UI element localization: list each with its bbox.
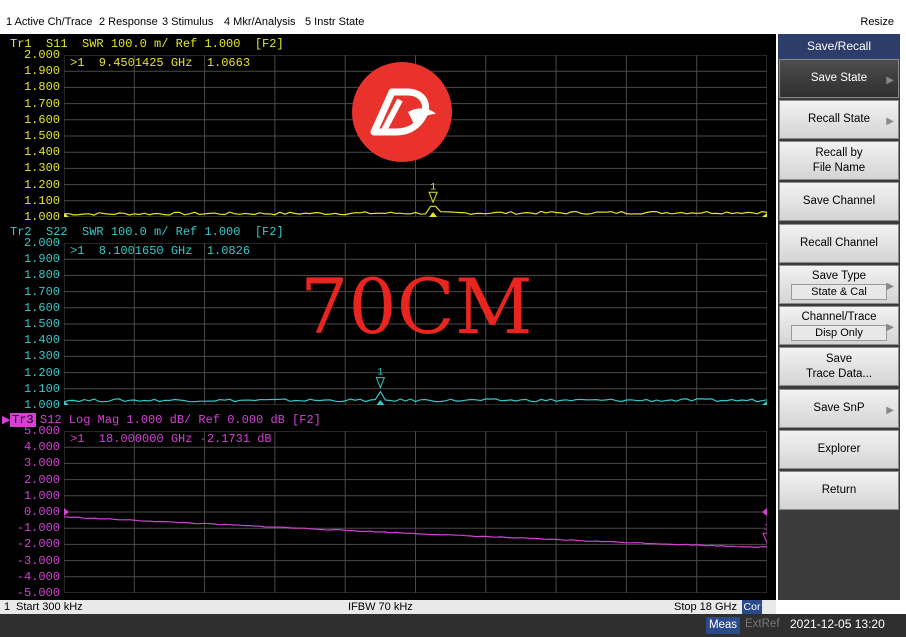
marker-bottom-indicator [429,212,438,217]
y-tick-label: 1.900 [23,64,60,79]
if-bandwidth[interactable]: IFBW 70 kHz [348,601,413,613]
softkey-save-snp[interactable]: Save SnP ▶ [779,389,899,428]
y-tick-label: 1.000 [23,488,60,503]
y-tick-label: 0.000 [23,505,60,519]
softkey-menu-title: Save/Recall [778,34,900,59]
softkey-save-type[interactable]: Save Type State & Cal ▶ [779,265,899,304]
softkey-label: Channel/Trace [801,311,877,323]
softkey-save-trace-data[interactable]: Save Trace Data... [779,347,899,386]
y-tick-label: 2.000 [23,472,60,487]
softkey-save-state[interactable]: Save State ▶ [779,59,899,98]
y-tick-label: 4.000 [23,440,60,455]
y-tick-label: 2.000 [23,48,60,62]
y-tick-label: 1.700 [23,284,60,299]
y-tick-label: 1.300 [23,161,60,176]
submenu-arrow-icon: ▶ [886,281,894,292]
y-tick-label: 1.800 [23,268,60,283]
softkey-label: Save State [810,72,868,84]
y-tick-label: 1.600 [23,112,60,127]
marker-label: 1 [377,368,383,379]
status-bar: 1 Start 300 kHz IFBW 70 kHz Stop 18 GHz … [0,600,776,614]
channel-number[interactable]: 1 [4,601,10,613]
softkey-label: Explorer [817,443,861,455]
softkey-panel: Save/Recall Save State ▶ Recall State ▶ Reca… [778,34,900,600]
menu-bar: 1 Active Ch/Trace 2 Response 3 Stimulus … [0,0,906,34]
menu-active-ch-trace[interactable]: 1 Active Ch/Trace [6,16,92,28]
softkey-label: Save SnP [813,402,865,414]
softkey-channel-trace[interactable]: Channel/Trace Disp Only ▶ [779,306,899,345]
y-tick-label: 1.200 [23,365,60,380]
correction-badge[interactable]: Cor [742,600,762,614]
meas-badge: Meas [706,617,740,634]
reference-marker [762,213,767,217]
y-tick-label: -2.000 [16,537,60,552]
y-tick-label: 1.600 [23,300,60,315]
submenu-arrow-icon: ▶ [886,405,894,416]
marker-label: 1 [764,523,767,534]
watermark-text: 70CM [300,262,533,351]
reference-marker [762,401,767,405]
reference-marker [64,508,69,516]
date-time: 2021-12-05 13:20 [790,617,885,631]
marker-triangle [762,532,767,545]
softkey-label: Save Trace Data... [805,352,873,380]
y-tick-label: -4.000 [16,569,60,584]
softkey-recall-channel[interactable]: Recall Channel [779,224,899,263]
softkey-value: Disp Only [791,325,887,341]
y-tick-label: 1.100 [23,193,60,208]
trace-plot[interactable]: 1 [64,431,767,593]
y-tick-label: 1.400 [23,333,60,348]
softkey-label: Return [821,484,857,496]
y-tick-label: 1.500 [23,129,60,143]
extref-indicator: ExtRef [745,618,780,630]
start-frequency[interactable]: Start 300 kHz [16,601,83,613]
marker-label: 1 [430,182,436,193]
stop-frequency[interactable]: Stop 18 GHz [674,601,737,613]
y-tick-label: 1.300 [23,349,60,364]
submenu-arrow-icon: ▶ [886,322,894,333]
softkey-label: Save Channel [802,195,876,207]
softkey-recall-by-file-name[interactable]: Recall by File Name [779,141,899,180]
marker-bottom-indicator [376,400,385,405]
softkey-recall-state[interactable]: Recall State ▶ [779,100,899,139]
y-tick-label: -3.000 [16,553,60,568]
y-tick-label: 2.000 [23,236,60,250]
resize-button[interactable]: Resize [860,16,894,28]
reference-marker [762,508,767,516]
softkey-return[interactable]: Return [779,471,899,510]
bottom-status-bar: Meas ExtRef 2021-12-05 13:20 [0,614,906,637]
submenu-arrow-icon: ▶ [886,75,894,86]
softkey-label: Save Type [811,270,867,282]
trace-display: Tr1 S11 SWR 100.0 m/ Ref 1.000 [F2] >1 9… [0,34,776,600]
trace-title[interactable]: S12 Log Mag 1.000 dB/ Ref 0.000 dB [F2] [40,413,321,427]
softkey-value: State & Cal [791,284,887,300]
menu-mkr-analysis[interactable]: 4 Mkr/Analysis [224,16,296,28]
menu-stimulus[interactable]: 3 Stimulus [162,16,213,28]
y-tick-label: 5.000 [23,424,60,438]
y-tick-label: 3.000 [23,456,60,471]
submenu-arrow-icon: ▶ [886,116,894,127]
menu-instr-state[interactable]: 5 Instr State [305,16,364,28]
y-tick-label: -5.000 [16,586,60,600]
trace-panel-tr3[interactable]: ▶ Tr3 S12 Log Mag 1.000 dB/ Ref 0.000 dB… [0,410,776,600]
menu-response[interactable]: 2 Response [99,16,158,28]
y-tick-label: 1.200 [23,177,60,192]
y-tick-label: 1.100 [23,381,60,396]
y-tick-label: -1.000 [16,521,60,536]
y-tick-label: 1.900 [23,252,60,267]
y-tick-label: 1.700 [23,96,60,111]
softkey-label: Recall State [807,113,870,125]
brand-logo [352,62,452,162]
y-tick-label: 1.800 [23,80,60,95]
y-tick-label: 1.400 [23,145,60,160]
softkey-explorer[interactable]: Explorer [779,430,899,469]
softkey-save-channel[interactable]: Save Channel [779,182,899,221]
y-tick-label: 1.500 [23,317,60,331]
softkey-label: Recall by File Name [812,146,866,174]
softkey-label: Recall Channel [800,237,878,249]
marker-triangle [375,377,386,389]
